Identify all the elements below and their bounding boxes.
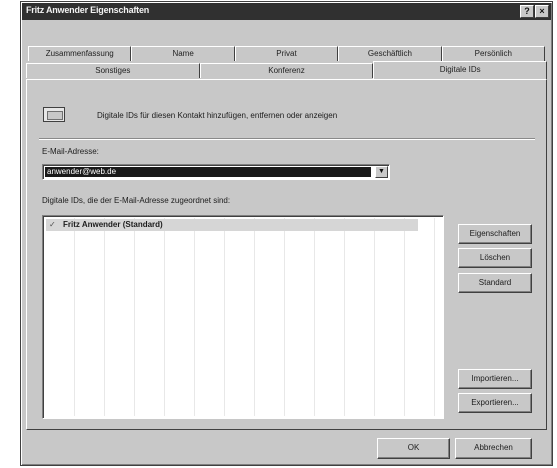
divider [39, 138, 535, 140]
default-button[interactable]: Standard [458, 273, 532, 293]
help-button[interactable]: ? [520, 5, 534, 18]
import-button[interactable]: Importieren... [458, 369, 532, 389]
checkmark-icon: ✓ [49, 220, 56, 229]
tab-digitale-ids[interactable]: Digitale IDs [373, 61, 548, 79]
tab-zusammenfassung[interactable]: Zusammenfassung [28, 46, 132, 61]
intro-text: Digitale IDs für diesen Kontakt hinzufüg… [97, 111, 338, 120]
properties-button[interactable]: Eigenschaften [458, 224, 532, 244]
tab-persoenlich[interactable]: Persönlich [441, 46, 546, 61]
tab-konferenz[interactable]: Konferenz [199, 63, 374, 78]
tab-privat[interactable]: Privat [234, 46, 339, 61]
dropdown-arrow-icon[interactable]: ▼ [375, 166, 388, 178]
window-title: Fritz Anwender Eigenschaften [26, 5, 150, 15]
tab-row-back: Zusammenfassung Name Privat Geschäftlich… [28, 46, 546, 61]
close-button[interactable]: × [535, 5, 549, 18]
list-item[interactable]: ✓ Fritz Anwender (Standard) [46, 219, 418, 231]
title-bar[interactable]: Fritz Anwender Eigenschaften ? × [22, 3, 551, 20]
certificate-icon [43, 107, 65, 122]
tab-geschaeftlich[interactable]: Geschäftlich [338, 46, 442, 61]
cancel-button[interactable]: Abbrechen [455, 438, 532, 459]
properties-dialog: Fritz Anwender Eigenschaften ? × Zusamme… [20, 1, 553, 466]
export-button[interactable]: Exportieren... [458, 393, 532, 413]
digital-ids-panel: Digitale IDs für diesen Kontakt hinzufüg… [26, 79, 547, 430]
delete-button[interactable]: Löschen [458, 248, 532, 268]
email-value[interactable]: anwender@web.de [45, 167, 371, 177]
tab-row-front: Sonstiges Konferenz Digitale IDs [26, 61, 548, 79]
list-background [45, 218, 441, 416]
ok-button[interactable]: OK [377, 438, 450, 459]
digital-id-list[interactable]: ✓ Fritz Anwender (Standard) [42, 215, 444, 419]
email-select[interactable]: anwender@web.de ▼ [42, 164, 390, 180]
email-label: E-Mail-Adresse: [42, 147, 99, 156]
tab-sonstiges[interactable]: Sonstiges [26, 63, 200, 78]
ids-label: Digitale IDs, die der E-Mail-Adresse zug… [42, 196, 231, 205]
tab-name[interactable]: Name [131, 46, 235, 61]
list-item-label: Fritz Anwender (Standard) [63, 220, 163, 229]
